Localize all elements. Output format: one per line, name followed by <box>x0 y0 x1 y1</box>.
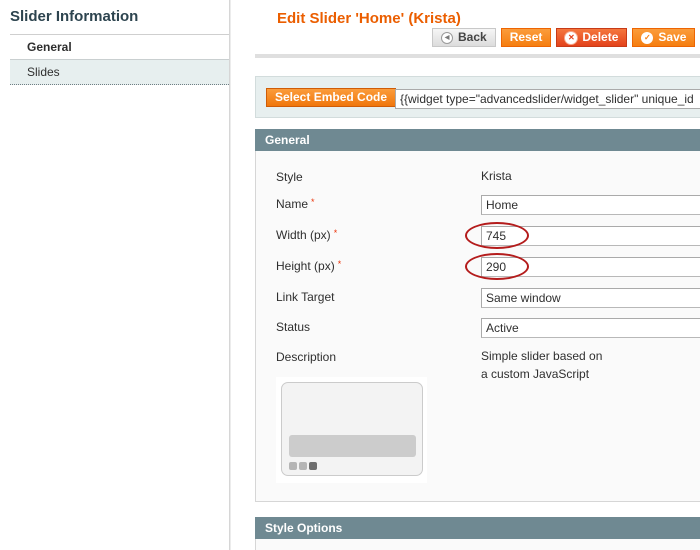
style-preview-thumbnail <box>276 377 427 483</box>
reset-button-label: Reset <box>509 30 543 44</box>
name-label-text: Name <box>276 197 309 211</box>
embed-code-input[interactable] <box>395 89 700 109</box>
preview-dot <box>289 462 297 470</box>
height-input[interactable] <box>481 257 700 277</box>
delete-button-label: Delete <box>582 30 619 44</box>
sidebar-tab-slides[interactable]: Slides <box>10 60 229 85</box>
width-label: Width (px) * <box>276 228 337 242</box>
link-target-select[interactable]: Same window <box>481 288 700 308</box>
embed-code-box: Select Embed Code <box>255 76 700 118</box>
description-line-1: Simple slider based on <box>481 349 603 363</box>
height-label: Height (px) * <box>276 259 341 273</box>
save-button[interactable]: ✓ Save <box>632 28 696 47</box>
link-target-label: Link Target <box>276 290 335 304</box>
height-label-text: Height (px) <box>276 259 335 273</box>
preview-caption-bar <box>289 435 416 457</box>
arrow-left-icon: ◀ <box>441 31 453 44</box>
delete-button[interactable]: ✕ Delete <box>556 28 628 47</box>
header-divider <box>255 54 700 58</box>
name-label: Name * <box>276 197 315 211</box>
sidebar-tab-general[interactable]: General <box>10 35 229 60</box>
required-marker: * <box>311 197 315 207</box>
action-buttons: ◀ Back Reset ✕ Delete ✓ Save <box>432 28 696 47</box>
save-button-label: Save <box>658 30 687 44</box>
required-marker: * <box>337 259 342 269</box>
style-label: Style <box>276 170 303 184</box>
page-title: Edit Slider 'Home' (Krista) <box>277 10 461 27</box>
name-input[interactable] <box>481 195 700 215</box>
back-button[interactable]: ◀ Back <box>432 28 496 47</box>
width-input[interactable] <box>481 226 700 246</box>
sidebar-title: Slider Information <box>10 0 229 35</box>
required-marker: * <box>333 228 338 238</box>
general-section-header: General <box>255 129 700 151</box>
status-select[interactable]: Active <box>481 318 700 338</box>
back-button-label: Back <box>458 30 487 44</box>
select-embed-code-button[interactable]: Select Embed Code <box>266 88 397 107</box>
preview-dot-active <box>309 462 317 470</box>
style-value: Krista <box>481 169 512 183</box>
description-line-2: a custom JavaScript <box>481 367 590 381</box>
status-label: Status <box>276 320 311 334</box>
description-label: Description <box>276 350 337 364</box>
style-options-section-header[interactable]: Style Options <box>255 517 700 539</box>
style-options-section-body <box>255 539 700 550</box>
close-circle-icon: ✕ <box>565 31 578 44</box>
preview-dot <box>299 462 307 470</box>
reset-button[interactable]: Reset <box>500 28 552 47</box>
sidebar: Slider Information General Slides <box>10 0 230 550</box>
preview-card <box>281 382 423 476</box>
checkmark-icon: ✓ <box>641 31 654 44</box>
width-label-text: Width (px) <box>276 228 331 242</box>
